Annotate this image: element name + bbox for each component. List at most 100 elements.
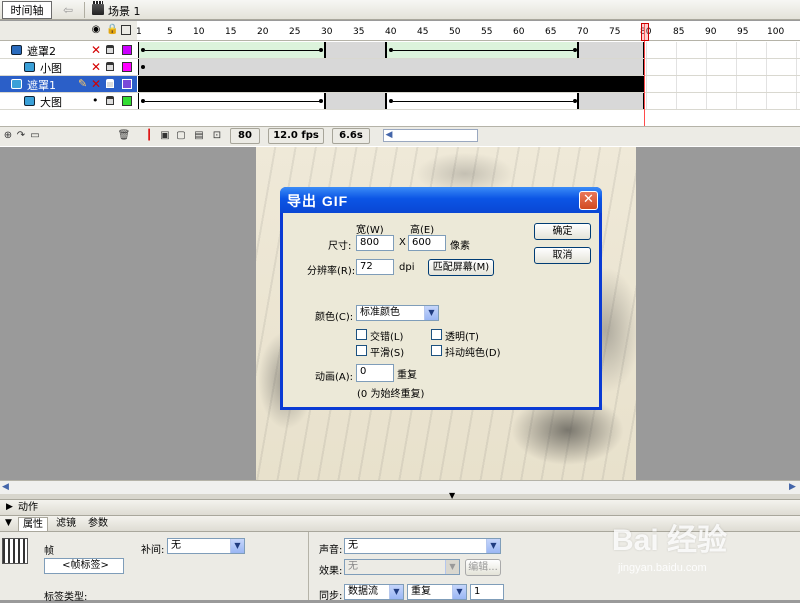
chevron-down-icon[interactable]: ▼ [230,539,244,553]
layer-color-box[interactable] [122,96,132,106]
ok-button[interactable]: 确定 [534,223,591,240]
keyframe[interactable] [319,48,323,52]
tween-select[interactable]: 无 ▼ [167,538,245,554]
dither-checkbox[interactable] [431,345,442,356]
frame-tag-input[interactable]: <帧标签> [44,558,124,574]
lock-icon[interactable] [106,79,114,88]
delete-layer-icon[interactable]: 🗑 [117,129,131,143]
frames-small-image[interactable] [137,59,800,76]
motion-tween-span[interactable] [386,42,578,58]
sound-select[interactable]: 无 ▼ [344,538,501,554]
keyframe[interactable] [141,65,145,69]
show-hide-eye-icon[interactable]: ◉ [90,24,102,36]
visible-dot-icon[interactable]: • [92,94,99,107]
layer-color-box[interactable] [122,79,132,89]
lock-all-icon[interactable]: 🔒 [106,24,118,36]
playhead[interactable] [641,23,649,41]
tab-properties[interactable]: 属性 [18,517,48,531]
collapse-arrow-icon[interactable]: ▼ [5,518,12,528]
timeline-horizontal-scrollbar[interactable] [383,129,478,142]
stage-horizontal-scrollbar[interactable]: ◀ ▶ [0,480,800,494]
frames-mask1[interactable] [137,76,800,93]
static-frames[interactable] [138,59,644,75]
static-frames[interactable] [325,93,386,109]
tween-arrow [145,101,320,102]
chevron-down-icon[interactable]: ▼ [486,539,500,553]
insert-layer-icon[interactable]: ⊕ [1,129,15,143]
tab-filters[interactable]: 滤镜 [52,517,80,531]
ruler-tick: 100 [767,27,785,37]
resolution-input[interactable]: 72 [356,259,394,275]
frames-mask2[interactable] [137,42,800,59]
selected-frames[interactable] [138,76,644,92]
scroll-left-arrow-icon[interactable]: ◀ [2,482,9,492]
chevron-down-icon[interactable]: ▼ [389,585,403,599]
lock-icon[interactable] [106,96,114,105]
outline-all-icon[interactable] [121,25,131,35]
chevron-down-icon: ▼ [445,560,459,574]
keyframe[interactable] [573,48,577,52]
close-icon[interactable]: ✕ [579,191,598,210]
scene-clapper-icon [92,1,104,15]
static-frames[interactable] [325,42,386,58]
motion-tween-span[interactable] [386,93,578,109]
smooth-checkbox[interactable] [356,345,367,356]
ruler-tick: 35 [353,27,365,37]
static-frames[interactable] [578,93,644,109]
frame-rate-field[interactable]: 12.0 fps [268,128,324,144]
match-screen-button[interactable]: 匹配屏幕(M) [428,259,494,276]
scroll-right-arrow-icon[interactable]: ▶ [789,482,796,492]
collapse-arrow-icon[interactable]: ▼ [449,491,455,500]
chevron-down-icon[interactable]: ▼ [424,306,438,320]
height-input[interactable]: 600 [408,235,446,251]
center-frame-icon[interactable]: ┃ [142,129,156,143]
modify-onion-markers-icon[interactable]: ⊡ [210,129,224,143]
cancel-button[interactable]: 取消 [534,247,591,264]
width-input[interactable]: 800 [356,235,394,251]
interlace-checkbox[interactable] [356,329,367,340]
scroll-left-arrow-icon[interactable]: ◀ [383,129,395,142]
frames-big-image[interactable] [137,93,800,110]
edit-multiple-frames-icon[interactable]: ▤ [192,129,206,143]
chevron-down-icon[interactable]: ▼ [452,585,466,599]
layer-row-big-image[interactable]: 大图 • [0,93,137,110]
repeat-select[interactable]: 重复 ▼ [407,584,467,600]
tab-actions[interactable]: 动作 [14,501,42,515]
add-motion-guide-icon[interactable]: ↷ [14,129,28,143]
back-arrow-icon[interactable]: ⇦ [60,2,76,18]
layer-color-box[interactable] [122,45,132,55]
actions-panel-header[interactable]: ▶ 动作 [0,500,800,516]
smooth-label: 平滑(S) [370,348,405,359]
onion-skin-outlines-icon[interactable]: ▢ [174,129,188,143]
lock-icon[interactable] [106,45,114,54]
insert-folder-icon[interactable]: ▭ [28,129,42,143]
static-frames[interactable] [578,42,644,58]
motion-tween-span[interactable] [138,42,325,58]
timeline-toggle-button[interactable]: 时间轴 [2,1,52,19]
hidden-x-icon[interactable]: ✕ [91,60,101,74]
hidden-x-icon[interactable]: ✕ [91,43,101,57]
layer-color-box[interactable] [122,62,132,72]
layer-row-mask2[interactable]: 遮罩2 ✕ [0,42,137,59]
colors-select[interactable]: 标准颜色 ▼ [356,305,439,321]
frame-type-icon [2,538,28,564]
keyframe[interactable] [573,99,577,103]
expand-arrow-icon[interactable]: ▶ [6,502,13,512]
scene-label[interactable]: 场景 1 [108,3,141,19]
hidden-x-icon[interactable]: ✕ [91,77,101,91]
dialog-body: 宽(W) 高(E) 尺寸: 800 X 600 像素 分辨率(R): 72 dp… [283,213,599,407]
frame-ruler[interactable]: 1 5 10 15 20 25 30 35 40 45 50 55 60 65 … [136,21,800,41]
keyframe[interactable] [319,99,323,103]
layer-row-mask1[interactable]: 遮罩1 ✎ ✕ [0,76,137,93]
repeat-count-input[interactable]: 1 [470,584,504,600]
onion-skin-icon[interactable]: ▣ [158,129,172,143]
tab-parameters[interactable]: 参数 [84,517,112,531]
mask-layer-icon [11,79,22,89]
motion-tween-span[interactable] [138,93,325,109]
toolbar-separator [84,2,85,18]
layer-row-small-image[interactable]: 小图 ✕ [0,59,137,76]
animation-repeat-input[interactable]: 0 [356,364,394,382]
transparent-checkbox[interactable] [431,329,442,340]
sync-select[interactable]: 数据流 ▼ [344,584,404,600]
lock-icon[interactable] [106,62,114,71]
